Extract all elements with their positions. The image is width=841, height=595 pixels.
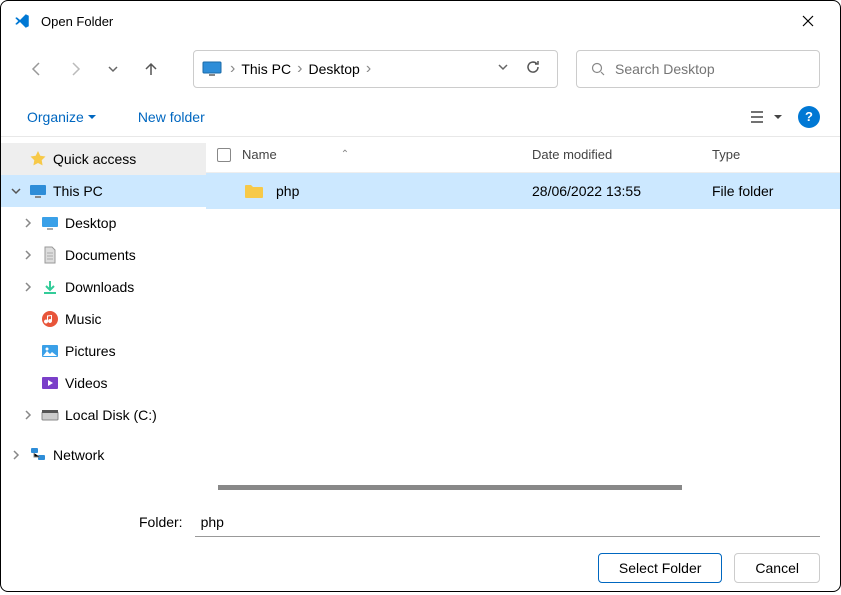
sidebar-item-label: Documents <box>65 247 136 263</box>
chevron-right-icon[interactable] <box>23 282 35 292</box>
chevron-right-icon: › <box>228 60 237 78</box>
sidebar-item-label: Videos <box>65 375 108 391</box>
breadcrumb-desktop[interactable]: Desktop <box>304 61 363 77</box>
folder-field-label: Folder: <box>139 514 183 530</box>
network-icon <box>29 446 47 464</box>
pc-icon <box>202 61 222 77</box>
window-title: Open Folder <box>41 14 788 29</box>
view-options-button[interactable] <box>746 101 786 133</box>
sidebar-item-documents[interactable]: Documents <box>1 239 206 271</box>
chevron-right-icon[interactable] <box>11 450 23 460</box>
select-folder-button[interactable]: Select Folder <box>598 553 722 583</box>
videos-icon <box>41 374 59 392</box>
search-box[interactable] <box>576 50 820 88</box>
back-button[interactable] <box>21 53 53 85</box>
disk-icon <box>41 406 59 424</box>
sidebar-item-network[interactable]: Network <box>1 439 206 471</box>
column-header-type[interactable]: Type <box>712 147 840 162</box>
pictures-icon <box>41 342 59 360</box>
chevron-right-icon: › <box>364 60 373 78</box>
sidebar-item-local-disk[interactable]: Local Disk (C:) <box>1 399 206 431</box>
star-icon <box>29 150 47 168</box>
sort-indicator-icon: ⌃ <box>341 149 349 160</box>
refresh-button[interactable] <box>525 59 541 80</box>
sidebar-item-label: Downloads <box>65 279 134 295</box>
recent-dropdown[interactable] <box>97 53 129 85</box>
sidebar-item-this-pc[interactable]: This PC <box>1 175 206 207</box>
vscode-icon <box>13 12 31 30</box>
sidebar-item-music[interactable]: Music <box>1 303 206 335</box>
sidebar-item-label: Pictures <box>65 343 116 359</box>
horizontal-scrollbar[interactable] <box>218 485 828 495</box>
navigation-tree[interactable]: Quick access This PC Desktop <box>1 137 206 495</box>
chevron-right-icon[interactable] <box>23 218 35 228</box>
documents-icon <box>41 246 59 264</box>
sidebar-item-quick-access[interactable]: Quick access <box>1 143 206 175</box>
close-button[interactable] <box>788 1 828 41</box>
sidebar-item-desktop[interactable]: Desktop <box>1 207 206 239</box>
cancel-button[interactable]: Cancel <box>734 553 820 583</box>
file-date: 28/06/2022 13:55 <box>532 183 712 199</box>
folder-name-input[interactable] <box>195 507 820 537</box>
sidebar-item-pictures[interactable]: Pictures <box>1 335 206 367</box>
sidebar-item-label: Quick access <box>53 151 136 167</box>
pc-icon <box>29 182 47 200</box>
file-row[interactable]: php 28/06/2022 13:55 File folder <box>206 173 840 209</box>
select-all-checkbox[interactable] <box>217 148 231 162</box>
chevron-right-icon: › <box>295 60 304 78</box>
sidebar-item-label: Desktop <box>65 215 116 231</box>
sidebar-item-label: Network <box>53 447 104 463</box>
sidebar-item-label: Local Disk (C:) <box>65 407 157 423</box>
forward-button[interactable] <box>59 53 91 85</box>
sidebar-item-downloads[interactable]: Downloads <box>1 271 206 303</box>
organize-button[interactable]: Organize <box>21 105 102 129</box>
address-bar[interactable]: › This PC › Desktop › <box>193 50 558 88</box>
downloads-icon <box>41 278 59 296</box>
breadcrumb-this-pc[interactable]: This PC <box>237 61 295 77</box>
chevron-right-icon[interactable] <box>23 250 35 260</box>
music-icon <box>41 310 59 328</box>
chevron-right-icon[interactable] <box>23 410 35 420</box>
file-type: File folder <box>712 183 840 199</box>
new-folder-button[interactable]: New folder <box>132 105 211 129</box>
help-button[interactable]: ? <box>798 106 820 128</box>
file-name: php <box>276 183 299 199</box>
folder-icon <box>244 183 264 199</box>
chevron-down-icon[interactable] <box>497 60 509 78</box>
desktop-icon <box>41 214 59 232</box>
chevron-down-icon[interactable] <box>11 186 23 196</box>
sidebar-item-videos[interactable]: Videos <box>1 367 206 399</box>
up-button[interactable] <box>135 53 167 85</box>
column-header-date[interactable]: Date modified <box>532 147 712 162</box>
column-header-name[interactable]: Name ⌃ <box>242 147 532 162</box>
sidebar-item-label: Music <box>65 311 102 327</box>
column-header-row: Name ⌃ Date modified Type <box>206 137 840 173</box>
file-list: Name ⌃ Date modified Type php 28/06/2022… <box>206 137 840 495</box>
sidebar-item-label: This PC <box>53 183 103 199</box>
search-input[interactable] <box>615 61 805 77</box>
